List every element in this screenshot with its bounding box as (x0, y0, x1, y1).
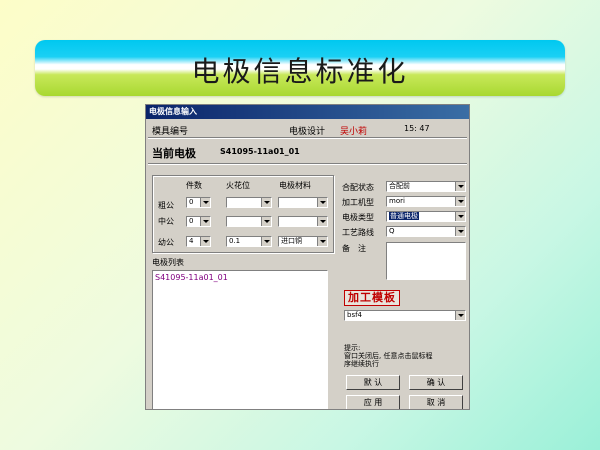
medium-count-select[interactable]: 0 (186, 216, 211, 227)
apply-button[interactable]: 应 用 (346, 395, 400, 409)
fine-count-select[interactable]: 4 (186, 236, 211, 247)
ok-button[interactable]: 确 认 (409, 375, 463, 390)
electrode-type-label: 电极类型 (342, 213, 374, 222)
machine-type-label: 加工机型 (342, 198, 374, 207)
current-electrode-value: S41095-11a01_01 (220, 147, 300, 156)
electrode-type-select[interactable]: 普通电极 (386, 211, 466, 222)
rough-spark-select[interactable] (226, 197, 272, 208)
electrode-info-dialog: 电极信息输入 模具编号 电极设计 吴小莉 15: 47 当前电极 S41095-… (145, 104, 470, 410)
slide-title: 电极信息标准化 (191, 55, 409, 88)
hint-line-2: 序继续执行 (344, 360, 379, 368)
rough-count-select[interactable]: 0 (186, 197, 211, 208)
process-route-label: 工艺路线 (342, 228, 374, 237)
chevron-down-icon[interactable] (455, 182, 465, 191)
fine-spark-select[interactable]: 0.1 (226, 236, 272, 247)
clock-time: 15: 47 (404, 124, 430, 133)
cancel-button[interactable]: 取 消 (409, 395, 463, 409)
medium-spark-select[interactable] (226, 216, 272, 227)
chevron-down-icon[interactable] (455, 311, 465, 320)
designer-name: 吴小莉 (340, 127, 368, 137)
process-route-select[interactable]: Q (386, 226, 466, 237)
chevron-down-icon[interactable] (200, 217, 210, 226)
designer-label: 电极设计 (289, 127, 326, 137)
assembly-status-label: 合配状态 (342, 183, 374, 192)
col-header-count: 件数 (186, 181, 202, 190)
chevron-down-icon[interactable] (261, 237, 271, 246)
medium-material-select[interactable] (278, 216, 328, 227)
chevron-down-icon[interactable] (200, 237, 210, 246)
current-electrode-label: 当前电极 (152, 147, 196, 160)
col-header-material: 电极材料 (279, 181, 311, 190)
chevron-down-icon[interactable] (317, 237, 327, 246)
row-label-fine: 幼公 (158, 238, 174, 247)
chevron-down-icon[interactable] (200, 198, 210, 207)
rough-material-select[interactable] (278, 197, 328, 208)
chevron-down-icon[interactable] (317, 198, 327, 207)
processing-template-select[interactable]: bsf4 (344, 310, 466, 321)
electrode-list-label: 电极列表 (152, 258, 184, 267)
default-button[interactable]: 默 认 (346, 375, 400, 390)
chevron-down-icon[interactable] (317, 217, 327, 226)
electrode-list[interactable]: S41095-11a01_01 (152, 270, 328, 409)
list-item[interactable]: S41095-11a01_01 (155, 273, 228, 282)
title-banner: 电极信息标准化 (35, 40, 565, 96)
col-header-spark: 火花位 (226, 181, 250, 190)
header-divider (148, 137, 467, 139)
mold-number-label: 模具编号 (152, 127, 189, 137)
fine-material-select[interactable]: 进口铜 (278, 236, 328, 247)
chevron-down-icon[interactable] (455, 197, 465, 206)
chevron-down-icon[interactable] (455, 212, 465, 221)
row-label-rough: 粗公 (158, 201, 174, 210)
dialog-title-bar: 电极信息输入 (146, 105, 469, 119)
note-textarea[interactable] (386, 242, 466, 280)
current-divider (148, 163, 467, 165)
row-label-medium: 中公 (158, 217, 174, 226)
chevron-down-icon[interactable] (455, 227, 465, 236)
chevron-down-icon[interactable] (261, 217, 271, 226)
assembly-status-select[interactable]: 合配前 (386, 181, 466, 192)
processing-template-label: 加工模板 (344, 290, 400, 306)
chevron-down-icon[interactable] (261, 198, 271, 207)
machine-type-select[interactable]: mori (386, 196, 466, 207)
note-label: 备 注 (342, 244, 366, 253)
